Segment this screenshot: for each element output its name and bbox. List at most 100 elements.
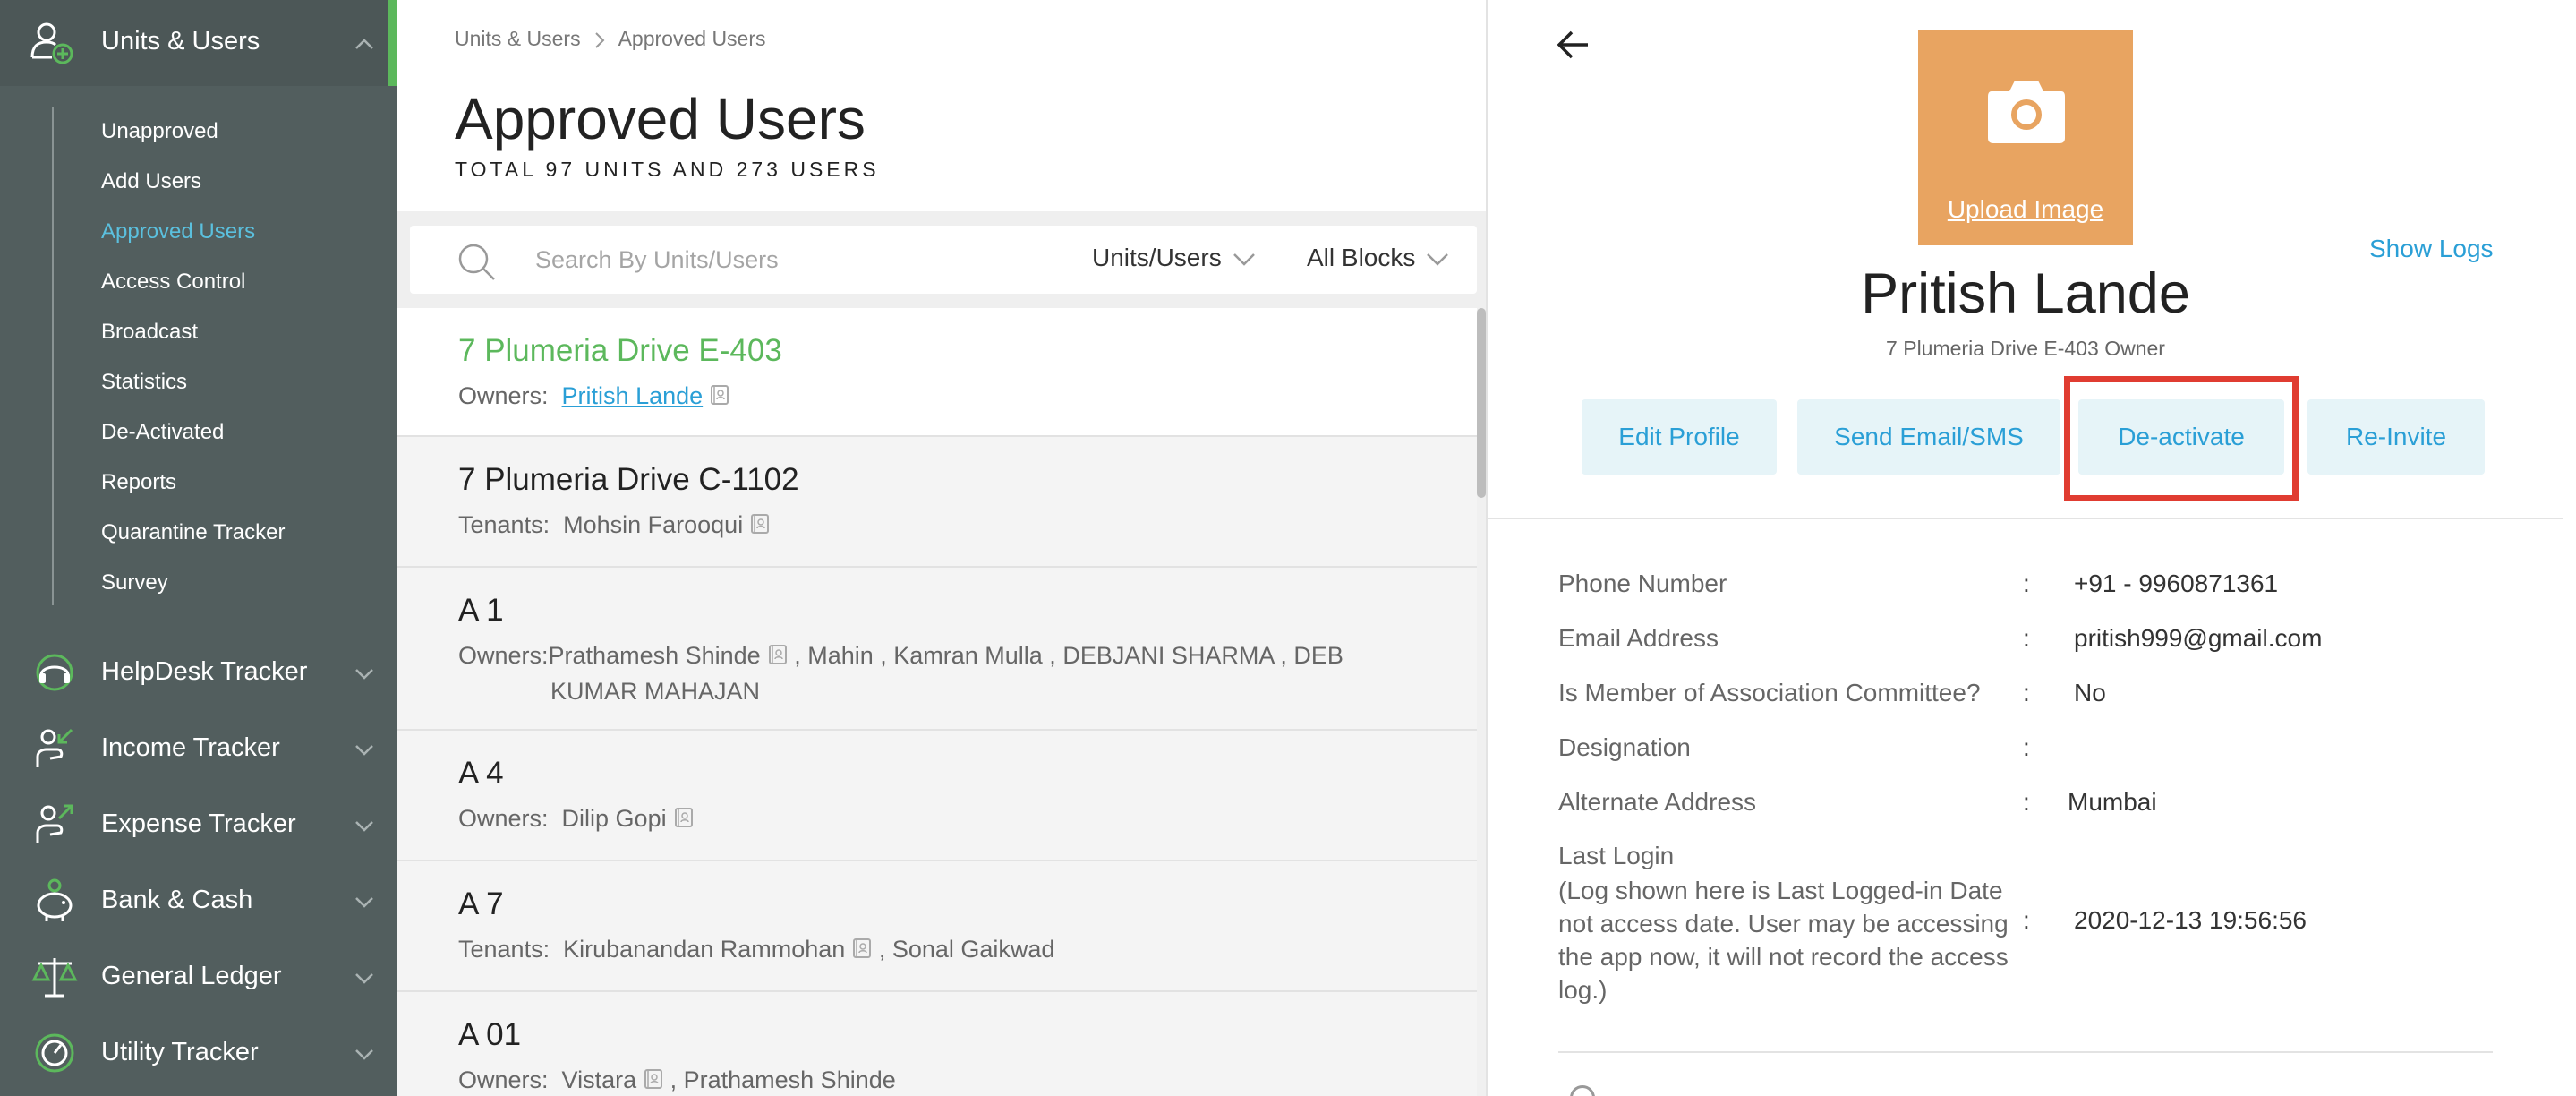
member-name[interactable]: Mohsin Farooqui bbox=[563, 511, 743, 538]
show-logs-link[interactable]: Show Logs bbox=[2369, 235, 2494, 263]
chevron-right-icon bbox=[594, 32, 605, 48]
role-label: Owners: bbox=[458, 642, 549, 669]
contact-card-icon[interactable] bbox=[674, 807, 694, 828]
chevron-down-icon[interactable] bbox=[354, 1049, 374, 1061]
upload-image-label: Upload Image bbox=[1947, 195, 2104, 223]
colon: : bbox=[2023, 788, 2030, 816]
contact-card-icon[interactable] bbox=[768, 644, 788, 665]
search-icon[interactable] bbox=[456, 242, 496, 281]
unit-name: A 01 bbox=[458, 1017, 522, 1052]
designation-label: Designation bbox=[1558, 733, 1691, 761]
email-address-value: pritish999@gmail.com bbox=[2074, 624, 2323, 652]
sidebar-section-label: Utility Tracker bbox=[101, 1038, 259, 1066]
chevron-down-icon[interactable] bbox=[354, 972, 374, 985]
upload-image-button[interactable]: Upload Image bbox=[1918, 30, 2133, 245]
unit-members: Owners: Dilip Gopi bbox=[458, 801, 1380, 836]
colon: : bbox=[2023, 569, 2030, 597]
sidebar-item-quarantine-tracker[interactable]: Quarantine Tracker bbox=[101, 520, 285, 545]
sidebar-section-expense[interactable]: Expense Tracker bbox=[0, 788, 397, 860]
role-label: Tenants: bbox=[458, 936, 550, 963]
sidebar-section-label: Expense Tracker bbox=[101, 809, 296, 838]
unit-members: Owners:Prathamesh Shinde , Mahin , Kamra… bbox=[458, 638, 1380, 709]
alternate-address-label: Alternate Address bbox=[1558, 788, 1757, 816]
last-login-value: 2020-12-13 19:56:56 bbox=[2074, 906, 2307, 934]
camera-icon bbox=[1988, 81, 2065, 143]
role-label: Tenants: bbox=[458, 511, 550, 538]
sidebar-section-income[interactable]: Income Tracker bbox=[0, 712, 397, 783]
member-names: , Mahin , Kamran Mulla , DEBJANI SHARMA … bbox=[794, 642, 1343, 669]
member-name[interactable]: Vistara bbox=[562, 1066, 637, 1093]
member-names-continued: KUMAR MAHAJAN bbox=[550, 678, 761, 705]
member-name[interactable]: Kirubanandan Rammohan bbox=[563, 936, 845, 963]
units-list: 7 Plumeria Drive E-403 Owners: Pritish L… bbox=[397, 308, 1486, 1096]
chevron-down-icon[interactable] bbox=[354, 896, 374, 909]
back-arrow-icon[interactable] bbox=[1556, 29, 1591, 61]
last-login-label: Last Login bbox=[1558, 842, 1675, 869]
edit-profile-button[interactable]: Edit Profile bbox=[1582, 399, 1777, 475]
sidebar-item-de-activated[interactable]: De-Activated bbox=[101, 420, 224, 445]
chevron-up-icon[interactable] bbox=[354, 38, 374, 50]
committee-member-label: Is Member of Association Committee? bbox=[1558, 679, 1981, 706]
radio-icon[interactable] bbox=[1570, 1085, 1595, 1096]
chevron-down-icon bbox=[1233, 253, 1255, 266]
unit-name: 7 Plumeria Drive C-1102 bbox=[458, 462, 799, 497]
sidebar-item-approved-users[interactable]: Approved Users bbox=[101, 219, 255, 244]
sidebar-section-bank-cash[interactable]: Bank & Cash bbox=[0, 864, 397, 936]
page-title: Approved Users bbox=[455, 87, 866, 151]
committee-member-value: No bbox=[2074, 679, 2106, 706]
unit-members: Tenants: Mohsin Farooqui bbox=[458, 507, 1380, 543]
chevron-down-icon[interactable] bbox=[354, 744, 374, 757]
contact-card-icon[interactable] bbox=[710, 384, 729, 406]
colon: : bbox=[2023, 679, 2030, 706]
contact-card-icon[interactable] bbox=[644, 1068, 663, 1090]
sidebar-item-add-users[interactable]: Add Users bbox=[101, 169, 201, 194]
approved-users-panel: Units & Users Approved Users Approved Use… bbox=[397, 0, 1486, 1096]
list-item[interactable]: A 4 Owners: Dilip Gopi bbox=[397, 731, 1477, 861]
sidebar-section-utility[interactable]: Utility Tracker bbox=[0, 1016, 397, 1088]
member-name[interactable]: Dilip Gopi bbox=[562, 805, 667, 832]
chevron-down-icon[interactable] bbox=[354, 820, 374, 833]
submenu-guide-line bbox=[52, 107, 54, 605]
sidebar-item-broadcast[interactable]: Broadcast bbox=[101, 320, 198, 345]
users-add-icon bbox=[30, 22, 73, 64]
scrollbar-thumb[interactable] bbox=[1477, 308, 1486, 498]
role-label: Owners: bbox=[458, 805, 549, 832]
role-label: Owners: bbox=[458, 1066, 549, 1093]
list-item[interactable]: A 01 Owners: Vistara , Prathamesh Shinde bbox=[397, 992, 1477, 1096]
member-names: , Sonal Gaikwad bbox=[878, 936, 1055, 963]
member-names: , Prathamesh Shinde bbox=[670, 1066, 896, 1093]
piggy-bank-icon bbox=[37, 878, 73, 921]
list-item[interactable]: 7 Plumeria Drive E-403 Owners: Pritish L… bbox=[397, 308, 1477, 437]
member-name[interactable]: Prathamesh Shinde bbox=[549, 642, 761, 669]
phone-number-value: +91 - 9960871361 bbox=[2074, 569, 2279, 597]
colon: : bbox=[2023, 906, 2030, 934]
list-item[interactable]: A 7 Tenants: Kirubanandan Rammohan , Son… bbox=[397, 861, 1477, 992]
sidebar-section-label: Units & Users bbox=[101, 27, 260, 56]
units-users-dropdown[interactable]: Units/Users bbox=[1092, 244, 1256, 272]
sidebar-item-unapproved[interactable]: Unapproved bbox=[101, 119, 218, 144]
member-link[interactable]: Pritish Lande bbox=[562, 382, 704, 409]
sidebar-item-statistics[interactable]: Statistics bbox=[101, 370, 187, 395]
sidebar-section-general-ledger[interactable]: General Ledger bbox=[0, 940, 397, 1012]
breadcrumb-item-units-users[interactable]: Units & Users bbox=[455, 27, 581, 50]
list-item[interactable]: A 1 Owners:Prathamesh Shinde , Mahin , K… bbox=[397, 568, 1477, 731]
unit-members: Owners: Vistara , Prathamesh Shinde bbox=[458, 1062, 1380, 1096]
sidebar-item-access-control[interactable]: Access Control bbox=[101, 270, 245, 295]
sidebar-section-units-users[interactable]: Units & Users bbox=[0, 0, 397, 86]
user-unit-role: 7 Plumeria Drive E-403 Owner bbox=[1886, 337, 2165, 360]
sidebar-section-helpdesk[interactable]: HelpDesk Tracker bbox=[0, 636, 397, 707]
sidebar-item-reports[interactable]: Reports bbox=[101, 470, 176, 495]
contact-card-icon[interactable] bbox=[852, 938, 872, 959]
user-profile-panel: Upload Image Show Logs Pritish Lande 7 P… bbox=[1488, 0, 2576, 1096]
search-input[interactable] bbox=[535, 238, 1019, 281]
reinvite-button[interactable]: Re-Invite bbox=[2307, 399, 2485, 475]
list-item[interactable]: 7 Plumeria Drive C-1102 Tenants: Mohsin … bbox=[397, 437, 1477, 568]
contact-card-icon[interactable] bbox=[750, 513, 770, 535]
sidebar-item-survey[interactable]: Survey bbox=[101, 570, 168, 595]
list-scrollbar[interactable] bbox=[1477, 308, 1486, 1096]
chevron-down-icon[interactable] bbox=[354, 668, 374, 681]
send-email-sms-button[interactable]: Send Email/SMS bbox=[1797, 399, 2060, 475]
blocks-dropdown[interactable]: All Blocks bbox=[1307, 244, 1449, 272]
sidebar-section-label: Bank & Cash bbox=[101, 886, 253, 914]
unit-name: A 4 bbox=[458, 756, 504, 791]
